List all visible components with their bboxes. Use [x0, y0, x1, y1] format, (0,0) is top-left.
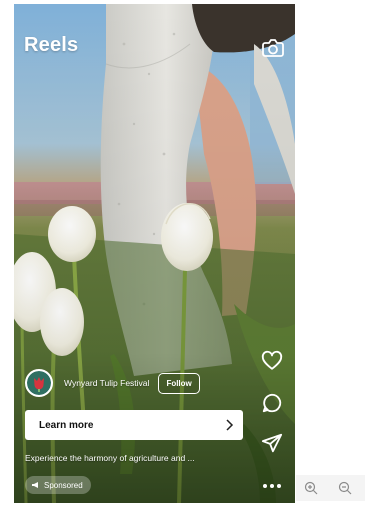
- learn-more-button[interactable]: Learn more: [25, 410, 243, 440]
- zoom-out-icon: [338, 481, 352, 495]
- camera-icon[interactable]: [262, 38, 284, 58]
- more-dots-icon[interactable]: [262, 483, 282, 489]
- megaphone-icon: [32, 482, 38, 488]
- zoom-out-button[interactable]: [331, 476, 359, 500]
- post-caption[interactable]: Experience the harmony of agriculture an…: [25, 453, 240, 463]
- zoom-in-icon: [304, 481, 318, 495]
- heart-icon[interactable]: [261, 350, 283, 372]
- reel-viewer[interactable]: Reels Wynyard Tulip Festival Follow Lear…: [14, 4, 295, 503]
- follow-button[interactable]: Follow: [158, 372, 200, 394]
- sponsored-label: Sponsored: [44, 480, 83, 490]
- zoom-in-button[interactable]: [297, 476, 325, 500]
- chevron-right-icon: [226, 419, 234, 431]
- author-name[interactable]: Wynyard Tulip Festival: [64, 378, 149, 388]
- send-icon[interactable]: [261, 432, 283, 454]
- comment-icon[interactable]: [261, 392, 283, 414]
- learn-more-label: Learn more: [39, 419, 94, 431]
- avatar[interactable]: [25, 369, 53, 397]
- sponsored-badge: Sponsored: [25, 476, 91, 494]
- page-title: Reels: [24, 34, 79, 56]
- tulip-logo-icon: [27, 371, 51, 395]
- post-author: Wynyard Tulip Festival Follow: [25, 368, 255, 398]
